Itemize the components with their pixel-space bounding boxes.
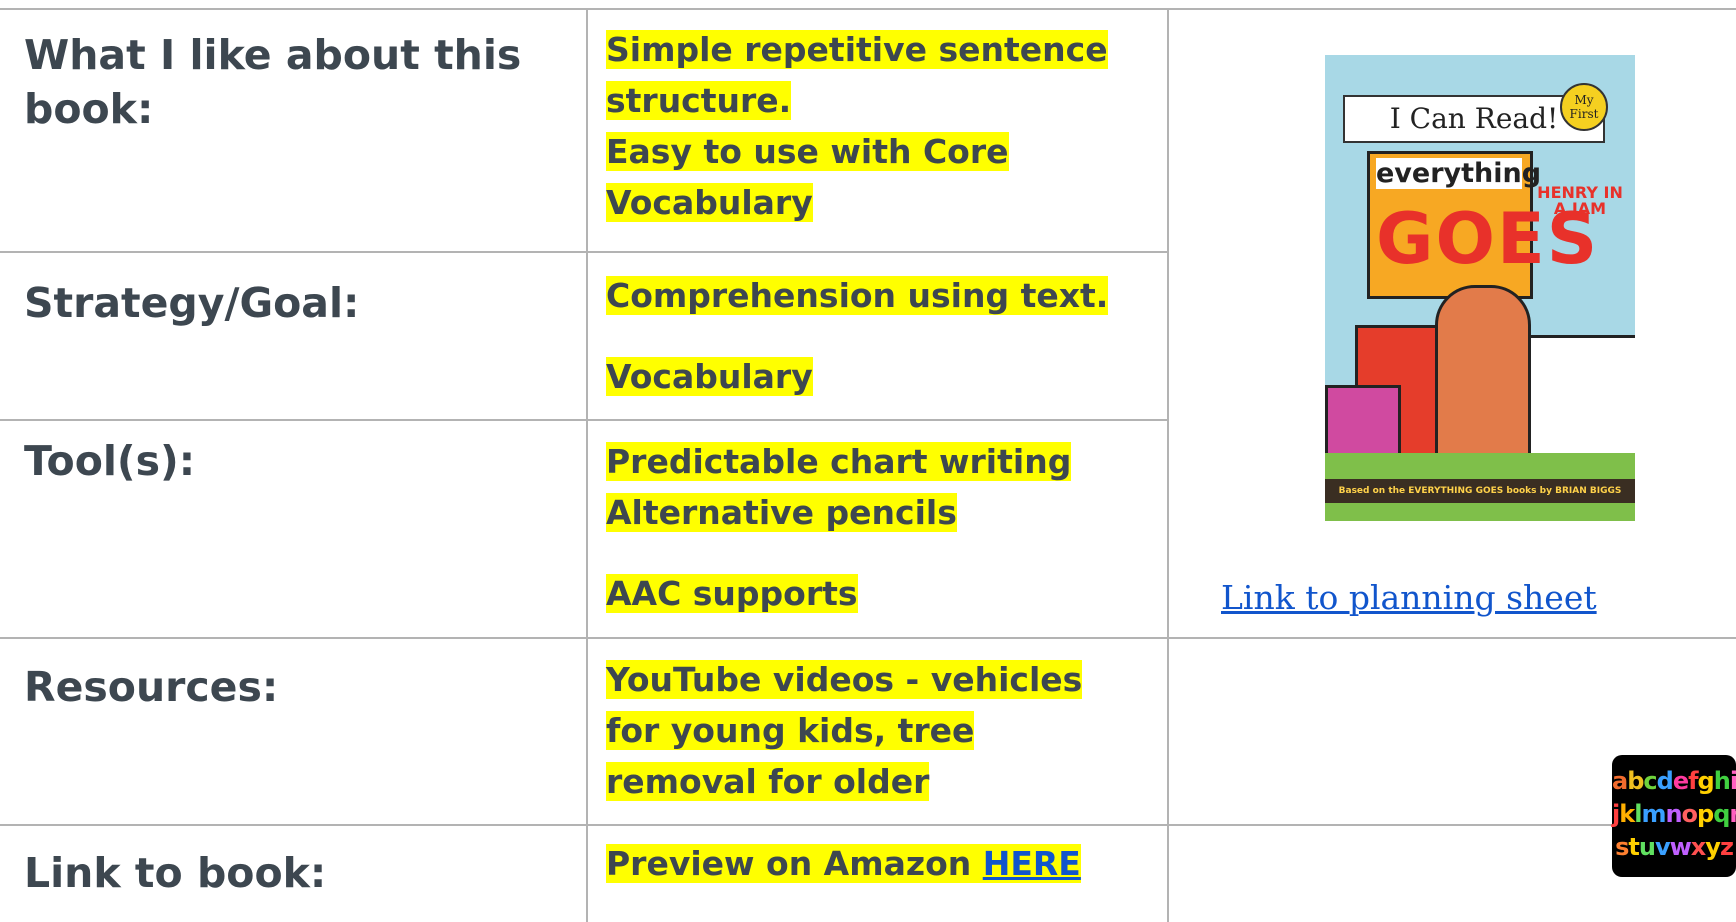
table-border <box>0 637 1736 639</box>
alphabet-letter: d <box>1656 767 1674 795</box>
alphabet-letter: w <box>1669 833 1692 861</box>
table-border <box>586 10 588 922</box>
row-label-resources: Resources: <box>24 663 279 711</box>
row-content-book-link: Preview on Amazon HERE <box>606 838 1146 889</box>
alphabet-letter: n <box>1665 800 1682 828</box>
highlighted-text: Alternative pencils <box>606 493 957 532</box>
alphabet-letter: p <box>1697 800 1714 828</box>
alphabet-row: abcdefghi <box>1612 765 1736 798</box>
highlighted-text: Simple repetitive sentence structure. <box>606 30 1108 120</box>
alphabet-letter: o <box>1681 800 1698 828</box>
amazon-here-link[interactable]: HERE <box>983 844 1081 883</box>
cover-police-car <box>1525 335 1635 471</box>
cover-title-sign: everything GOES <box>1367 151 1597 299</box>
table-border <box>0 251 1168 253</box>
alphabet-letter: k <box>1619 800 1635 828</box>
amazon-preview-text: Preview on Amazon <box>606 844 983 883</box>
alphabet-letter: z <box>1719 833 1734 861</box>
alphabet-letter: u <box>1638 833 1656 861</box>
alphabet-row: jklmnopqr <box>1612 798 1736 831</box>
highlighted-text: Predictable chart writing <box>606 442 1072 481</box>
alphabet-letter: f <box>1688 767 1699 795</box>
planning-sheet-link[interactable]: Link to planning sheet <box>1221 578 1597 617</box>
row-content-resources: YouTube videos - vehicles for young kids… <box>606 654 1126 807</box>
alphabet-letter: m <box>1641 800 1666 828</box>
alphabet-letter: v <box>1654 833 1671 861</box>
highlighted-text: Comprehension using text. <box>606 276 1109 315</box>
alphabet-row: stuvwxyz <box>1612 831 1736 864</box>
cover-credit: Based on the EVERYTHING GOES books by BR… <box>1325 479 1635 503</box>
row-label-book-link: Link to book: <box>24 849 327 897</box>
alphabet-letter: q <box>1713 800 1730 828</box>
row-content-tools: Predictable chart writing Alternative pe… <box>606 436 1146 619</box>
alphabet-letter: i <box>1729 767 1736 795</box>
table-border <box>0 8 1736 10</box>
alphabet-letter: e <box>1672 767 1689 795</box>
alphabet-letter: b <box>1627 767 1644 795</box>
highlighted-text: Vocabulary <box>606 357 813 396</box>
alphabet-letter: a <box>1612 767 1628 795</box>
alphabet-image: abcdefghi jklmnopqr stuvwxyz <box>1612 755 1736 877</box>
table-border <box>0 419 1168 421</box>
highlighted-text: Preview on Amazon HERE <box>606 844 1081 883</box>
alphabet-letter: c <box>1643 767 1657 795</box>
book-cover-image: I Can Read! My First everything GOES HEN… <box>1325 55 1635 521</box>
highlighted-text: AAC supports <box>606 574 858 613</box>
cover-badge: My First <box>1560 83 1608 131</box>
row-content-likes: Simple repetitive sentence structure. Ea… <box>606 24 1126 228</box>
alphabet-letter: h <box>1713 767 1731 795</box>
cover-character <box>1435 285 1531 471</box>
alphabet-letter: s <box>1615 833 1629 861</box>
cover-subtitle: HENRY IN A JAM <box>1537 183 1623 218</box>
row-label-likes: What I like about this book: <box>24 31 522 133</box>
highlighted-text: Easy to use with Core Vocabulary <box>606 132 1009 222</box>
alphabet-letter: y <box>1705 833 1721 861</box>
alphabet-letter: x <box>1690 833 1707 861</box>
table-border <box>0 824 1736 826</box>
alphabet-letter: g <box>1697 767 1715 795</box>
cover-title-word1: everything <box>1376 158 1542 189</box>
row-label-tools: Tool(s): <box>24 437 196 485</box>
row-content-strategy: Comprehension using text. Vocabulary <box>606 270 1146 402</box>
row-label-strategy: Strategy/Goal: <box>24 279 360 327</box>
highlighted-text: YouTube videos - vehicles for young kids… <box>606 660 1083 801</box>
table-border <box>1167 10 1169 922</box>
alphabet-letter: r <box>1729 800 1736 828</box>
alphabet-letter: t <box>1628 833 1640 861</box>
